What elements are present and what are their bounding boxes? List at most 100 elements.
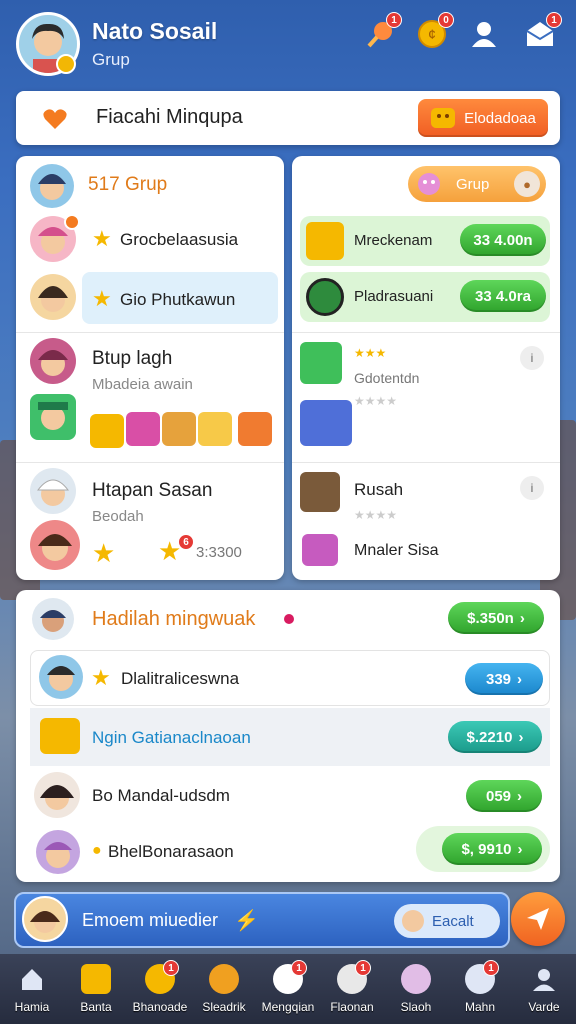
member-name: Grocbelaasusia [120,230,239,249]
nav-label: Banta [80,1000,112,1014]
coin-icon[interactable]: ¢ 0 [414,12,454,52]
group-title: 517 Grup [88,174,168,195]
card-title: Htapan Sasan [92,480,213,501]
nav-label: Mahn [464,1000,496,1014]
nav-item-bhanoade[interactable]: 1 Bhanoade [128,954,192,1024]
dot-icon [284,614,294,624]
card-avatar[interactable] [30,338,76,384]
card-subtitle: Gdotentdn [354,370,420,386]
send-button[interactable] [511,892,565,946]
member-name: Gio Phutkawun [120,290,236,309]
rating-stars: ★★★★ [354,508,398,522]
chat-action-button[interactable]: Eacalt [394,904,500,938]
nav-badge: 1 [483,960,499,976]
row-price-button[interactable]: 059 › [466,780,542,812]
row-price: $, 9910 [461,840,512,858]
card-title: Btup lagh [92,348,173,369]
emoji-icon [431,108,456,128]
item-price-button[interactable]: 33 4.00n [460,224,546,256]
nav-item-home[interactable]: Hamia [0,954,64,1024]
grup-toggle-button[interactable]: Grup ● [408,166,546,202]
item-name: Pladrasuani [354,288,434,305]
box-icon[interactable] [300,472,340,512]
reward-row[interactable]: Ngin Gatianaclnaoan $.2210 › [30,708,550,766]
box-icon[interactable] [300,342,342,384]
card-avatar[interactable] [30,468,76,514]
card-amount: 3:3300 [196,544,242,561]
nav-item-banta[interactable]: Banta [64,954,128,1024]
nav-item-mahn[interactable]: 1 Mahn [448,954,512,1024]
nav-label: Varde [528,1000,560,1014]
card-avatar[interactable] [30,520,80,570]
gift-icon[interactable] [126,412,160,446]
gift-icon[interactable] [198,412,232,446]
nav-item-sleadrik[interactable]: Sleadrik [192,954,256,1024]
smile-icon: 1 [145,960,179,994]
store-item[interactable]: Mreckenam 33 4.00n [300,216,550,266]
card-subtitle: Mbadeia awain [92,376,193,393]
face-icon: 1 [273,960,307,994]
row-price-button[interactable]: $.2210 › [448,721,542,753]
row-price-button[interactable]: $, 9910 › [442,833,542,865]
gift-icon[interactable] [238,412,272,446]
rewards-price-button[interactable]: $.350n › [448,602,544,634]
chat-action-label: Eacalt [432,912,474,930]
nav-item-flaonan[interactable]: 1 Flaonan [320,954,384,1024]
user-icon[interactable] [466,16,502,52]
chat-icon: 1 [465,960,499,994]
box-icon[interactable] [300,400,352,446]
rewards-title: Hadilah mingwuak [92,608,256,630]
info-icon[interactable]: i [520,346,544,370]
star-icon: ★ [92,286,112,311]
feature-bar: Fiacahi Minqupa Elodadoaa [16,91,560,145]
item-name: Mreckenam [354,232,433,249]
nav-item-varde[interactable]: Varde [512,954,576,1024]
nav-item-mengqian[interactable]: 1 Mengqian [256,954,320,1024]
face-icon: 1 [337,960,371,994]
row-label: Dlalitraliceswna [121,669,240,688]
gift-icon[interactable] [90,414,124,448]
clock-icon [401,964,431,994]
row-price-button[interactable]: 339 › [465,663,543,695]
emoji-icon: ● [92,842,102,859]
reward-row[interactable]: ★ Dlalitraliceswna 339 › [30,650,550,706]
nav-item-slaoh[interactable]: Slaoh [384,954,448,1024]
game-icon[interactable] [30,394,76,440]
reward-row[interactable]: ● BhelBonarasaon $, 9910 › [30,826,550,878]
star-icon: ★ [92,538,116,568]
chat-bar: Emoem miuedier ⚡ Eacalt [14,892,510,948]
chat-input[interactable]: Emoem miuedier [82,910,218,931]
rewards-avatar[interactable] [32,598,74,640]
rewards-panel: Hadilah mingwuak $.350n › ★ Dlalitralices… [16,590,560,882]
bottom-nav: Hamia Banta 1 Bhanoade Sleadrik 1 Mengqian… [0,954,576,1024]
app-subtitle: Grup [92,50,130,69]
left-panel: 517 Grup ★ Grocbelaasusia ★ Gio Phutkawu… [16,156,284,580]
info-icon[interactable]: i [520,476,544,500]
store-item[interactable]: Pladrasuani 33 4.0ra [300,272,550,322]
gift-icon[interactable] [302,534,338,566]
nav-badge: 1 [291,960,307,976]
row-avatar [36,830,80,874]
nav-label: Hamia [14,1000,50,1014]
star-icon: ★ [92,226,112,251]
toggle-knob-icon: ● [514,171,540,197]
gift-icon[interactable] [162,412,196,446]
lollipop-icon[interactable]: 1 [362,12,402,52]
group-avatar[interactable] [30,164,74,208]
row-price: $.2210 [466,728,513,746]
mail-badge: 1 [546,12,562,28]
card-subitem: Mnaler Sisa [354,542,439,559]
mail-icon[interactable]: 1 [522,12,562,52]
svg-text:¢: ¢ [428,26,436,42]
card-subtitle: Beodah [92,508,144,525]
nav-label: Mengqian [261,1000,315,1014]
chat-avatar[interactable] [22,896,68,942]
coin-badge: 0 [438,12,454,28]
member-avatar[interactable] [30,274,76,320]
row-label: BhelBonarasaon [108,842,234,861]
feature-button[interactable]: Elodadoaa [418,99,548,137]
reward-row[interactable]: Bo Mandal-udsdm 059 › [30,768,550,824]
nav-badge: 1 [163,960,179,976]
item-price-button[interactable]: 33 4.0ra [460,280,546,312]
nav-label: Flaonan [330,1000,374,1014]
